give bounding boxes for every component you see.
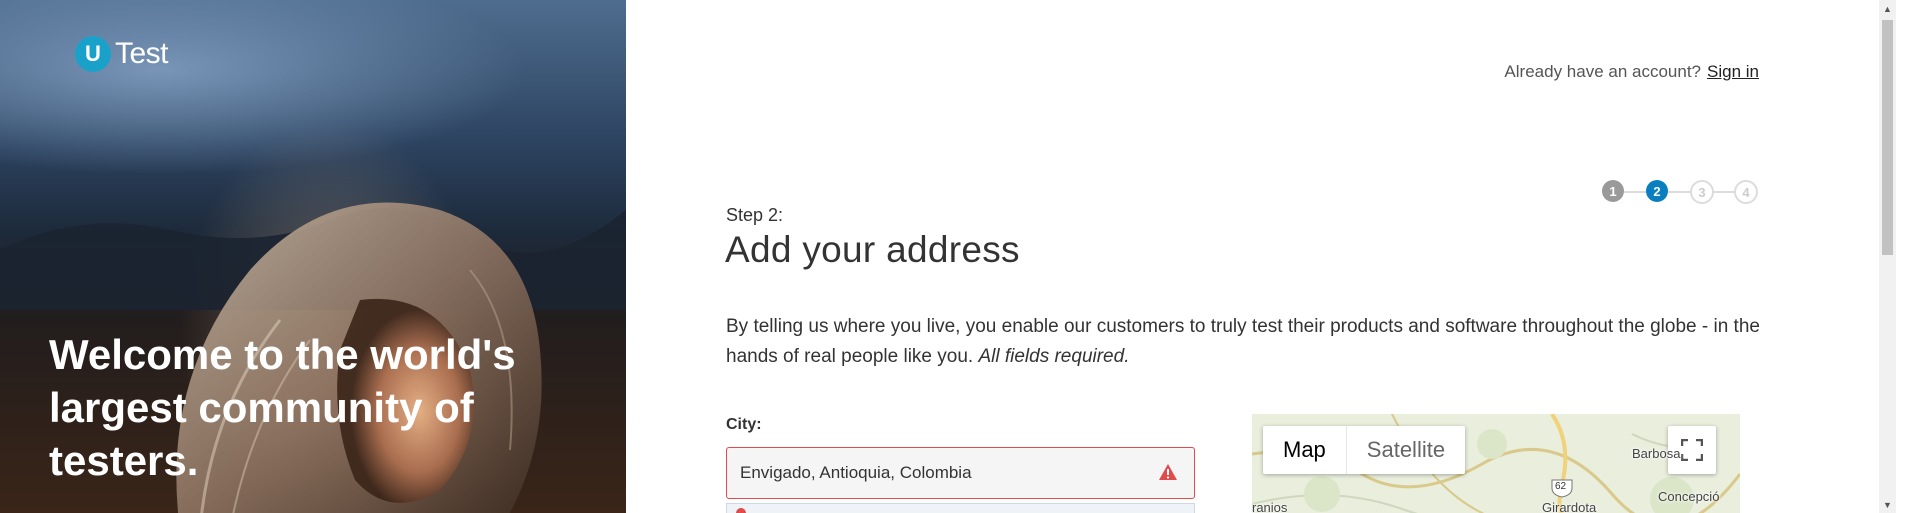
page-title: Add your address	[725, 229, 1020, 270]
signup-page: U Test Welcome to the world's largest co…	[0, 0, 1920, 513]
city-suggestions-dropdown[interactable]	[726, 503, 1195, 513]
step-connector	[1624, 191, 1646, 193]
sign-in-link[interactable]: Sign in	[1707, 62, 1759, 81]
page-scrollbar[interactable]: ▲ ▼	[1879, 0, 1896, 513]
satellite-view-button[interactable]: Satellite	[1345, 426, 1465, 474]
scroll-up-arrow-icon[interactable]: ▲	[1879, 0, 1896, 17]
scroll-down-arrow-icon[interactable]: ▼	[1879, 496, 1896, 513]
route-number: 62	[1555, 481, 1567, 492]
fullscreen-icon	[1681, 439, 1703, 461]
address-map[interactable]: Map Satellite Barbosa Concepció Girardot…	[1252, 414, 1740, 513]
city-input[interactable]	[726, 447, 1195, 499]
scrollbar-thumb[interactable]	[1882, 20, 1893, 255]
intro-paragraph: By telling us where you live, you enable…	[726, 312, 1766, 372]
logo-mark: U	[75, 36, 111, 72]
step-1: 1	[1602, 180, 1624, 202]
map-place-label: Concepció	[1658, 489, 1720, 504]
route-shield-icon: 62	[1550, 478, 1574, 498]
step-connector	[1668, 191, 1690, 193]
utest-logo[interactable]: U Test	[75, 36, 169, 72]
step-progress: 1 2 3 4	[1602, 180, 1760, 206]
hero-panel: U Test Welcome to the world's largest co…	[0, 0, 626, 513]
step-label: Step 2:	[726, 205, 784, 225]
step-4: 4	[1734, 180, 1758, 204]
step-2: 2	[1646, 180, 1668, 202]
map-place-label: Barbosa	[1632, 446, 1681, 461]
error-dot-icon	[736, 508, 746, 513]
map-place-label: Girardota	[1542, 500, 1597, 513]
map-type-toggle: Map Satellite	[1263, 426, 1466, 474]
account-prompt: Already have an account? Sign in	[1504, 62, 1759, 82]
hero-title: Welcome to the world's largest community…	[49, 331, 516, 484]
step-connector	[1712, 191, 1734, 193]
step-3: 3	[1690, 180, 1714, 204]
warning-icon	[1159, 464, 1177, 480]
map-place-label: ranios	[1252, 500, 1288, 513]
map-view-button[interactable]: Map	[1263, 426, 1346, 474]
intro-required-note: All fields required.	[978, 346, 1130, 367]
already-have-account-text: Already have an account?	[1504, 62, 1702, 81]
logo-wordmark: Test	[115, 37, 169, 70]
city-label: City:	[726, 416, 762, 433]
intro-text: By telling us where you live, you enable…	[726, 316, 1760, 367]
